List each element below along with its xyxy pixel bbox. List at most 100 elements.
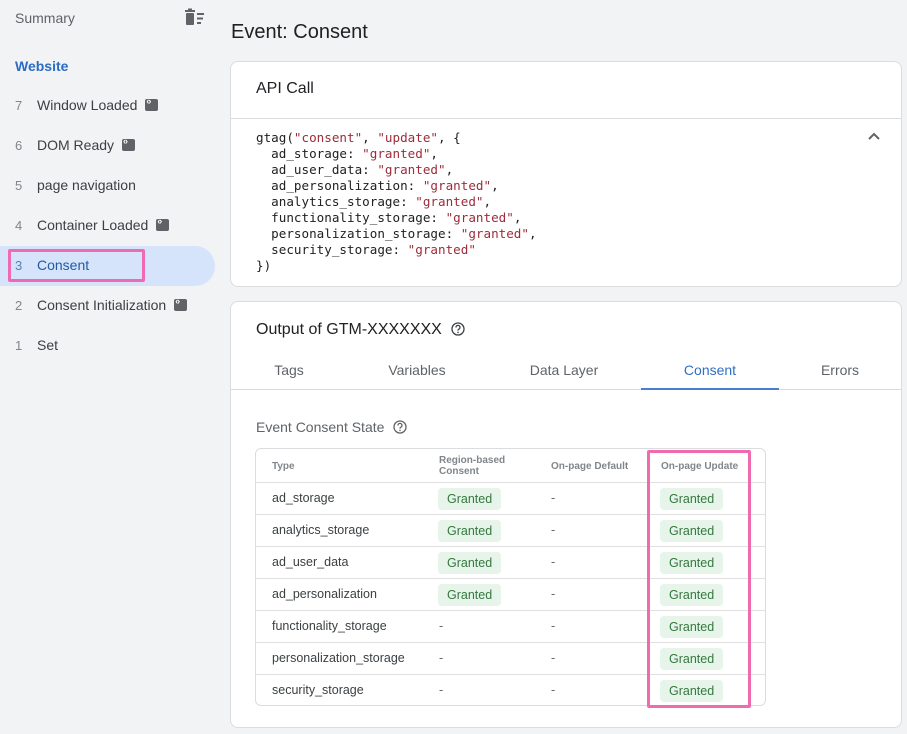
event-item-dom-ready[interactable]: 6 DOM Ready bbox=[0, 126, 215, 166]
event-item-consent-initialization[interactable]: 2 Consent Initialization bbox=[0, 286, 215, 326]
event-number: 6 bbox=[15, 138, 23, 153]
event-label: Window Loaded bbox=[37, 97, 138, 113]
event-number: 7 bbox=[15, 98, 23, 113]
default-value: - bbox=[551, 523, 556, 537]
website-section-label: Website bbox=[15, 58, 69, 74]
sidebar: Summary Website 7 Window Loaded 6 DOM Re… bbox=[0, 0, 222, 734]
table-header: Type Region-based Consent On-page Defaul… bbox=[256, 449, 765, 482]
code-key: security_storage bbox=[271, 242, 393, 257]
tab-data-layer[interactable]: Data Layer bbox=[487, 356, 641, 390]
code-close: }) bbox=[256, 258, 272, 273]
event-label: page navigation bbox=[37, 177, 136, 193]
help-icon[interactable] bbox=[451, 322, 465, 336]
consent-type: ad_storage bbox=[272, 491, 335, 505]
consent-type: personalization_storage bbox=[272, 651, 405, 665]
default-value: - bbox=[551, 651, 556, 665]
event-item-window-loaded[interactable]: 7 Window Loaded bbox=[0, 86, 215, 126]
code-key: ad_personalization bbox=[271, 178, 408, 193]
default-value: - bbox=[551, 683, 556, 697]
chevron-up-icon[interactable] bbox=[865, 128, 883, 146]
event-item-container-loaded[interactable]: 4 Container Loaded bbox=[0, 206, 215, 246]
region-status-badge: Granted bbox=[438, 552, 502, 574]
region-value: - bbox=[439, 651, 444, 665]
event-item-page-navigation[interactable]: 5 page navigation bbox=[0, 166, 215, 206]
tab-consent[interactable]: Consent bbox=[641, 356, 779, 390]
event-number: 4 bbox=[15, 218, 23, 233]
help-icon[interactable] bbox=[393, 420, 408, 434]
header-on-page-update: On-page Update bbox=[661, 461, 739, 472]
consent-type: ad_personalization bbox=[272, 587, 377, 601]
event-number: 2 bbox=[15, 298, 23, 313]
event-number: 1 bbox=[15, 338, 23, 353]
tab-errors[interactable]: Errors bbox=[779, 356, 901, 390]
code-key: personalization_storage bbox=[271, 226, 446, 241]
update-status-badge: Granted bbox=[660, 648, 724, 670]
update-status-badge: Granted bbox=[660, 680, 724, 702]
code-key: ad_user_data bbox=[271, 162, 363, 177]
default-value: - bbox=[551, 619, 556, 633]
consent-state-table: Type Region-based Consent On-page Defaul… bbox=[255, 448, 766, 706]
consent-type: functionality_storage bbox=[272, 619, 387, 633]
region-value: - bbox=[439, 619, 444, 633]
header-type: Type bbox=[272, 461, 295, 472]
delete-sweep-icon[interactable] bbox=[184, 8, 206, 28]
event-number: 5 bbox=[15, 178, 23, 193]
default-value: - bbox=[551, 491, 556, 505]
update-status-badge: Granted bbox=[660, 616, 724, 638]
table-row: functionality_storage - - Granted bbox=[256, 610, 765, 642]
event-number: 3 bbox=[15, 258, 23, 273]
table-row: ad_user_data Granted - Granted bbox=[256, 546, 765, 578]
region-value: - bbox=[439, 683, 444, 697]
tab-variables[interactable]: Variables bbox=[347, 356, 487, 390]
api-call-code: gtag("consent", "update", { ad_storage: … bbox=[256, 130, 537, 273]
update-status-badge: Granted bbox=[660, 552, 724, 574]
code-fn: gtag( bbox=[256, 130, 294, 145]
event-label: Consent bbox=[37, 257, 90, 273]
table-row: personalization_storage - - Granted bbox=[256, 642, 765, 674]
event-consent-state-title: Event Consent State bbox=[256, 419, 385, 435]
header-on-page-default: On-page Default bbox=[551, 461, 629, 472]
table-row: ad_personalization Granted - Granted bbox=[256, 578, 765, 610]
code-icon bbox=[174, 296, 188, 311]
tab-tags[interactable]: Tags bbox=[231, 356, 347, 390]
code-value: "granted" bbox=[460, 226, 529, 241]
default-value: - bbox=[551, 555, 556, 569]
region-status-badge: Granted bbox=[438, 520, 502, 542]
code-value: "granted" bbox=[445, 210, 514, 225]
consent-type: ad_user_data bbox=[272, 555, 349, 569]
event-label: Consent Initialization bbox=[37, 297, 167, 313]
page-title: Event: Consent bbox=[231, 21, 368, 43]
api-call-title: API Call bbox=[256, 80, 314, 97]
summary-row[interactable]: Summary bbox=[15, 8, 210, 30]
update-status-badge: Granted bbox=[660, 488, 724, 510]
code-value: "granted" bbox=[422, 178, 492, 193]
region-status-badge: Granted bbox=[438, 488, 502, 510]
update-status-badge: Granted bbox=[660, 584, 724, 606]
consent-type: security_storage bbox=[272, 683, 364, 697]
event-label: DOM Ready bbox=[37, 137, 115, 153]
code-icon bbox=[145, 96, 159, 111]
code-icon bbox=[156, 216, 170, 231]
output-tabs: Tags Variables Data Layer Consent Errors bbox=[231, 356, 901, 390]
update-status-badge: Granted bbox=[660, 520, 724, 542]
table-row: analytics_storage Granted - Granted bbox=[256, 514, 765, 546]
divider bbox=[231, 118, 901, 119]
output-card: Output of GTM-XXXXXXX Tags Variables Dat… bbox=[230, 301, 902, 728]
event-item-set[interactable]: 1 Set bbox=[0, 326, 215, 366]
summary-label[interactable]: Summary bbox=[15, 10, 75, 26]
event-label: Container Loaded bbox=[37, 217, 149, 233]
code-key: analytics_storage bbox=[271, 194, 401, 209]
code-key: ad_storage bbox=[271, 146, 347, 161]
table-row: ad_storage Granted - Granted bbox=[256, 482, 765, 514]
consent-type: analytics_storage bbox=[272, 523, 370, 537]
code-value: "granted" bbox=[377, 162, 446, 177]
code-value: "granted" bbox=[407, 242, 476, 257]
default-value: - bbox=[551, 587, 556, 601]
code-value: "granted" bbox=[415, 194, 484, 209]
code-value: "granted" bbox=[362, 146, 431, 161]
api-call-card: API Call gtag("consent", "update", { ad_… bbox=[230, 61, 902, 287]
event-label: Set bbox=[37, 337, 59, 353]
event-item-consent[interactable]: 3 Consent bbox=[0, 246, 215, 286]
region-status-badge: Granted bbox=[438, 584, 502, 606]
header-region-based-consent: Region-based Consent bbox=[439, 455, 506, 477]
